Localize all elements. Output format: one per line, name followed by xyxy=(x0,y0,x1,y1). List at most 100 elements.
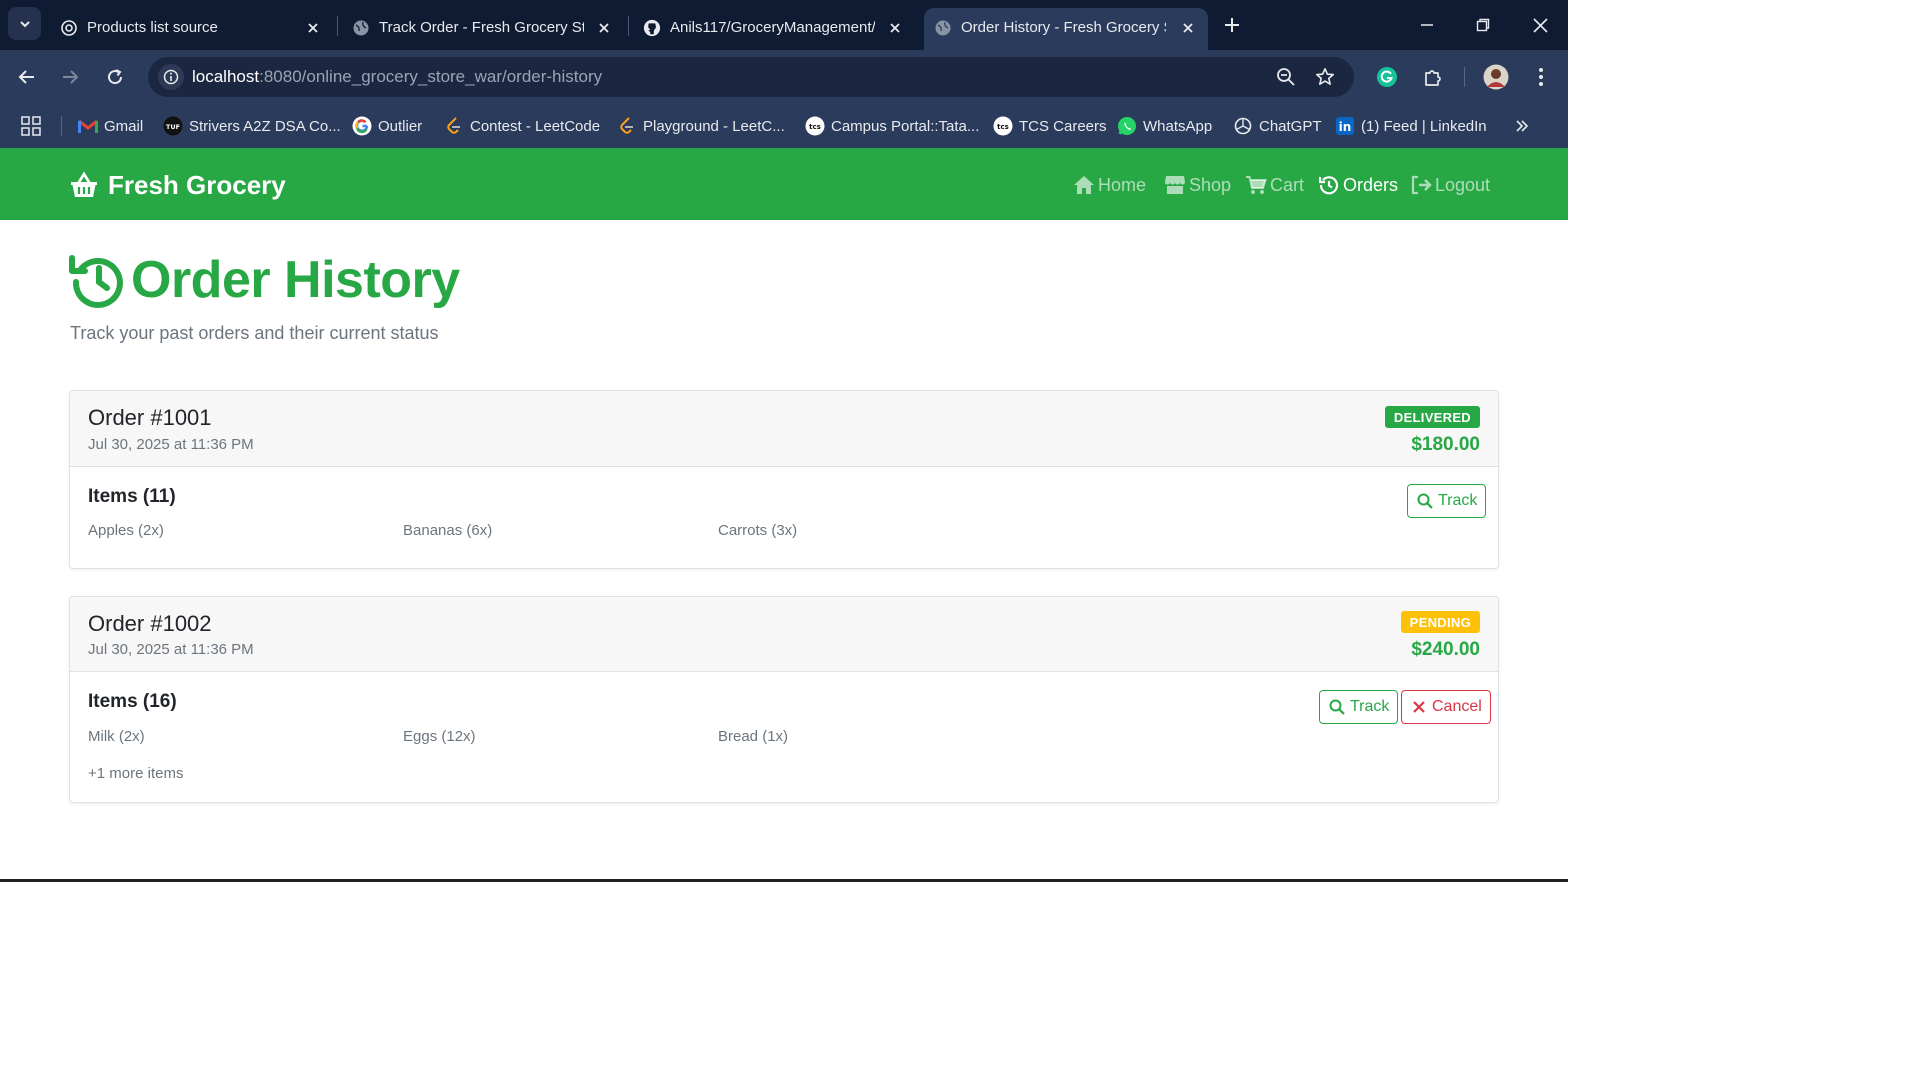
bookmark-label: WhatsApp xyxy=(1143,117,1213,135)
leetcode-icon xyxy=(617,116,637,136)
chevron-down-icon xyxy=(19,20,30,27)
history-icon xyxy=(1318,175,1340,195)
tab-search-button[interactable] xyxy=(8,7,41,40)
cancel-order-button[interactable]: Cancel xyxy=(1401,690,1491,724)
globe-icon xyxy=(934,19,952,37)
bookmark-gmail[interactable]: Gmail xyxy=(78,114,143,138)
profile-avatar-icon[interactable] xyxy=(1483,64,1509,90)
restore-icon xyxy=(1476,18,1490,32)
bookmark-label: Campus Portal::Tata... xyxy=(831,117,980,135)
minimize-button[interactable] xyxy=(1414,12,1440,38)
restore-button[interactable] xyxy=(1470,12,1496,38)
bookmark-linkedin[interactable]: in (1) Feed | LinkedIn xyxy=(1335,114,1487,138)
tab-products-list[interactable]: Products list source xyxy=(50,8,332,50)
home-icon xyxy=(1073,175,1095,195)
extensions-puzzle-icon[interactable] xyxy=(1420,64,1446,90)
order-item: Eggs (12x) xyxy=(403,728,476,745)
nav-label: Shop xyxy=(1189,174,1232,195)
nav-shop[interactable]: Shop xyxy=(1164,173,1231,197)
tab-github-repo[interactable]: Anils117/GroceryManagement/ xyxy=(633,8,915,50)
chevron-double-right-icon xyxy=(1516,120,1529,132)
page-title: Order History xyxy=(131,251,460,309)
site-info-icon[interactable] xyxy=(158,64,184,90)
order-item: Milk (2x) xyxy=(88,728,145,745)
track-label: Track xyxy=(1350,698,1390,715)
bookmark-tcs-careers[interactable]: tcs TCS Careers xyxy=(993,114,1107,138)
linkedin-icon: in xyxy=(1335,116,1355,136)
bookmark-strivers[interactable]: TUF Strivers A2Z DSA Co... xyxy=(163,114,341,138)
bookmark-outlier[interactable]: Outlier xyxy=(352,114,422,138)
tab-order-history[interactable]: Order History - Fresh Grocery S xyxy=(924,8,1208,50)
order-id: Order #1001 xyxy=(88,405,212,430)
bookmark-label: Contest - LeetCode xyxy=(470,117,601,135)
status-badge: PENDING xyxy=(1400,611,1480,633)
bookmark-contest-leetcode[interactable]: Contest - LeetCode xyxy=(444,114,600,138)
zoom-icon[interactable] xyxy=(1275,66,1297,88)
svg-text:tcs: tcs xyxy=(809,123,821,131)
order-id: Order #1002 xyxy=(88,611,212,636)
close-window-button[interactable] xyxy=(1527,12,1553,38)
nav-label: Home xyxy=(1098,174,1147,195)
tab-title: Anils117/GroceryManagement/ xyxy=(670,19,875,36)
items-title: Items (16) xyxy=(88,691,177,712)
brand-logo[interactable]: Fresh Grocery xyxy=(69,170,286,200)
bookmark-star-icon[interactable] xyxy=(1314,66,1336,88)
svg-text:in: in xyxy=(1339,120,1352,134)
bookmark-playground-leetcode[interactable]: Playground - LeetC... xyxy=(617,114,785,138)
tab-close-icon[interactable] xyxy=(303,18,323,38)
google-icon xyxy=(352,116,372,136)
nav-logout[interactable]: Logout xyxy=(1410,173,1490,197)
cart-icon xyxy=(1245,175,1267,195)
tab-separator xyxy=(628,16,629,36)
minimize-icon xyxy=(1421,24,1433,26)
new-tab-button[interactable] xyxy=(1220,13,1244,37)
browser-menu-icon[interactable] xyxy=(1528,64,1554,90)
svg-text:TUF: TUF xyxy=(166,123,180,131)
tuf-icon: TUF xyxy=(163,116,183,136)
leetcode-icon xyxy=(444,116,464,136)
tab-separator xyxy=(337,16,338,36)
order-date: Jul 30, 2025 at 11:36 PM xyxy=(88,436,254,453)
tcs-icon: tcs xyxy=(805,116,825,136)
bookmark-label: Playground - LeetC... xyxy=(643,117,785,135)
nav-label: Cart xyxy=(1270,174,1305,195)
track-button[interactable]: Track xyxy=(1407,484,1487,518)
grammarly-extension-icon[interactable] xyxy=(1374,64,1400,90)
nav-cart[interactable]: Cart xyxy=(1245,173,1304,197)
bookmark-chatgpt[interactable]: ChatGPT xyxy=(1233,114,1322,138)
svg-text:tcs: tcs xyxy=(997,123,1009,131)
nav-home[interactable]: Home xyxy=(1073,173,1146,197)
apps-grid-button[interactable] xyxy=(20,114,42,138)
bookmarks-overflow-button[interactable] xyxy=(1514,114,1530,138)
toolbar-divider xyxy=(1464,67,1465,87)
url-host: localhost xyxy=(192,67,260,86)
url-text[interactable]: localhost:8080/online_grocery_store_war/… xyxy=(192,67,602,87)
store-icon xyxy=(1164,175,1186,195)
status-badge: DELIVERED xyxy=(1384,406,1480,428)
search-icon xyxy=(1416,492,1434,510)
logout-icon xyxy=(1410,175,1432,195)
order-card: Order #1002 Jul 30, 2025 at 11:36 PM PEN… xyxy=(69,596,1499,803)
track-button[interactable]: Track xyxy=(1319,690,1399,724)
browser-tab-bar: Products list source Track Order - Fresh… xyxy=(0,0,1568,50)
tab-track-order[interactable]: Track Order - Fresh Grocery Sto xyxy=(342,8,624,50)
nav-orders[interactable]: Orders xyxy=(1318,173,1398,197)
bookmark-label: Outlier xyxy=(378,117,423,135)
bookmark-whatsapp[interactable]: WhatsApp xyxy=(1117,114,1212,138)
globe-icon xyxy=(352,19,370,37)
back-button[interactable] xyxy=(14,64,40,90)
track-label: Track xyxy=(1438,492,1478,509)
url-path: :8080/online_grocery_store_war/order-his… xyxy=(259,67,603,86)
order-item: Bananas (6x) xyxy=(403,522,493,539)
address-bar[interactable]: localhost:8080/online_grocery_store_war/… xyxy=(148,57,1354,97)
chatgpt-icon xyxy=(60,19,78,37)
github-icon xyxy=(643,19,661,37)
forward-button[interactable] xyxy=(57,64,83,90)
bookmark-campus-portal[interactable]: tcs Campus Portal::Tata... xyxy=(805,114,979,138)
tab-close-icon[interactable] xyxy=(885,18,905,38)
reload-button[interactable] xyxy=(102,64,128,90)
chatgpt-icon xyxy=(1233,116,1253,136)
tab-close-icon[interactable] xyxy=(1178,18,1198,38)
tab-close-icon[interactable] xyxy=(594,18,614,38)
more-items-text: +1 more items xyxy=(88,765,184,782)
